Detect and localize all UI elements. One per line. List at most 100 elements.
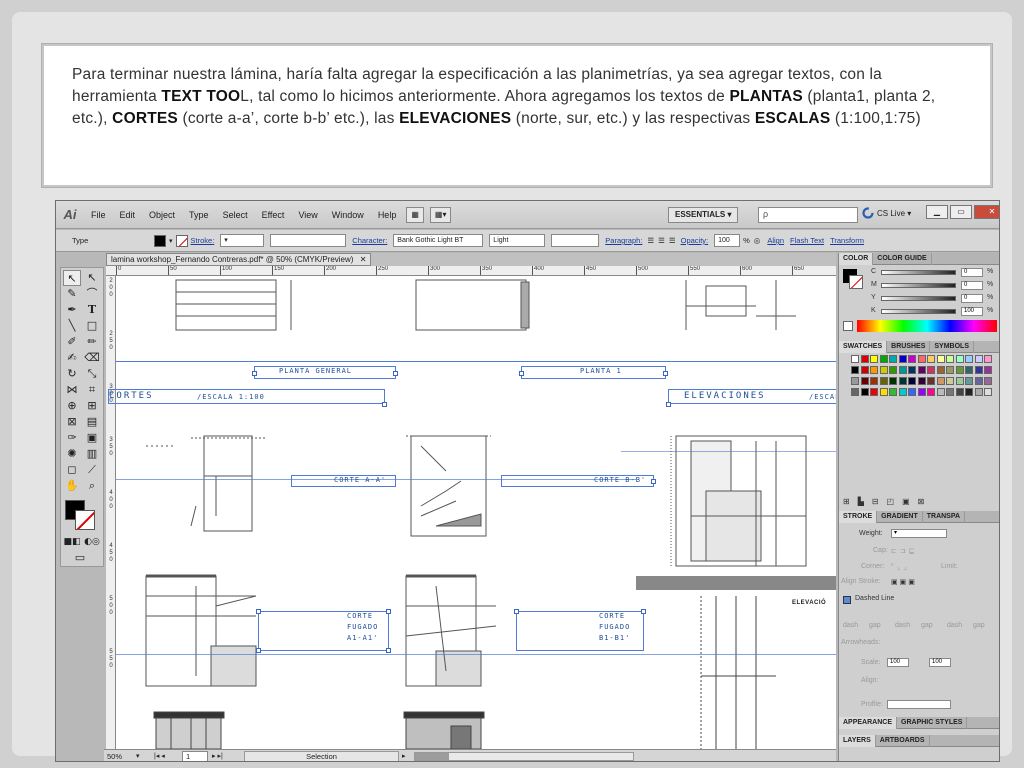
menu-file[interactable]: File [84, 210, 113, 220]
gradient-tool-icon[interactable]: ▤ [83, 414, 101, 430]
align-stroke-buttons[interactable]: ▣▣▣ [891, 578, 917, 586]
selection-tool-icon[interactable]: ↖ [63, 270, 81, 286]
line-tool-icon[interactable]: ╲ [63, 318, 81, 334]
swatch-grid[interactable] [851, 355, 996, 417]
color-swatch[interactable] [908, 355, 916, 363]
cs-live-button[interactable]: CS Live ▾ [862, 207, 911, 219]
color-swatch[interactable] [955, 366, 964, 374]
transform-link[interactable]: Transform [830, 236, 864, 245]
cap-buttons[interactable]: ⊏⊐⊑ [891, 547, 918, 555]
color-swatch[interactable] [870, 366, 878, 374]
corte-bb-selection[interactable]: CORTE B-B' [501, 475, 656, 487]
slice-tool-icon[interactable]: ⟋ [83, 462, 101, 478]
horizontal-scrollbar-thumb[interactable] [415, 753, 449, 760]
character-label[interactable]: Character: [352, 236, 387, 245]
color-swatch[interactable] [860, 377, 869, 385]
corte-fugado-bb-line-3[interactable]: B1-B1' [599, 634, 630, 642]
color-swatch[interactable] [879, 366, 888, 374]
flash-text-link[interactable]: Flash Text [790, 236, 824, 245]
color-swatch[interactable] [898, 388, 907, 396]
workspace-switcher[interactable]: ESSENTIALS ▾ [668, 207, 739, 223]
color-swatch[interactable] [936, 355, 945, 363]
arrange-documents-button[interactable]: ▦▾ [429, 206, 452, 223]
close-button[interactable]: ✕ [974, 205, 999, 219]
corte-bb-label[interactable]: CORTE B-B' [594, 476, 646, 484]
corte-fugado-aa-selection[interactable]: CORTE FUGADO A1-A1' [256, 609, 391, 653]
align-right-icon[interactable]: ☰ [669, 236, 676, 245]
elevaciones-title-label[interactable]: ELEVACIONES [684, 391, 766, 401]
width-tool-icon[interactable]: ⋈ [63, 382, 81, 398]
zoom-level[interactable]: 50% [107, 752, 122, 761]
corte-fugado-bb-line-2[interactable]: FUGADO [599, 623, 630, 631]
profile-field[interactable] [887, 700, 951, 709]
tab-brushes[interactable]: BRUSHES [887, 341, 931, 353]
stroke-color-icon[interactable] [75, 510, 95, 530]
color-swatch[interactable] [908, 377, 916, 385]
tab-graphic-styles[interactable]: GRAPHIC STYLES [897, 717, 968, 729]
color-swatch[interactable] [898, 377, 907, 385]
cortes-title-label[interactable]: CORTES [109, 391, 154, 401]
color-swatch[interactable] [851, 366, 859, 374]
scale-start-field[interactable]: 100 [887, 658, 909, 667]
menu-edit[interactable]: Edit [113, 210, 143, 220]
color-swatch[interactable] [870, 355, 878, 363]
tab-layers[interactable]: LAYERS [839, 735, 876, 747]
color-swatch[interactable] [898, 366, 907, 374]
color-spectrum[interactable] [857, 320, 997, 332]
color-swatch[interactable] [946, 355, 954, 363]
tab-color-guide[interactable]: COLOR GUIDE [873, 253, 932, 265]
corte-fugado-bb-line-1[interactable]: CORTE [599, 612, 625, 620]
color-swatch[interactable] [965, 366, 973, 374]
color-swatch[interactable] [851, 377, 859, 385]
align-link[interactable]: Align [767, 236, 784, 245]
color-swatch[interactable] [936, 388, 945, 396]
font-style-field[interactable]: Light [489, 234, 546, 247]
color-swatch[interactable] [889, 366, 897, 374]
fill-dropdown-icon[interactable]: ▾ [169, 237, 173, 245]
color-swatch[interactable] [860, 388, 869, 396]
status-mode[interactable]: Selection [244, 751, 399, 761]
hand-tool-icon[interactable]: ✋ [63, 478, 81, 494]
stroke-label[interactable]: Stroke: [191, 236, 215, 245]
color-swatch[interactable] [889, 388, 897, 396]
color-swatch[interactable] [851, 388, 859, 396]
blob-brush-tool-icon[interactable]: ✍ [63, 350, 81, 366]
menu-window[interactable]: Window [325, 210, 371, 220]
color-swatch[interactable] [974, 388, 983, 396]
screen-mode-icon[interactable]: ▭ [71, 550, 89, 566]
horizontal-scrollbar[interactable] [414, 752, 634, 761]
color-swatch[interactable] [936, 377, 945, 385]
color-swatch[interactable] [927, 388, 935, 396]
cmyk-y-slider[interactable] [881, 296, 956, 301]
symbol-sprayer-tool-icon[interactable]: ✺ [63, 446, 81, 462]
elevaciones-title-selection[interactable]: ELEVACIONES /ESCALA 1:7 [666, 389, 836, 407]
type-tool-icon[interactable]: T [83, 302, 101, 318]
planta-general-label[interactable]: PLANTA GENERAL [279, 367, 352, 375]
color-stroke-icon[interactable] [849, 275, 863, 289]
color-swatch[interactable] [974, 377, 983, 385]
planta-general-selection[interactable]: PLANTA GENERAL [252, 366, 398, 379]
color-swatch[interactable] [898, 355, 907, 363]
color-swatch[interactable] [965, 377, 973, 385]
corte-fugado-aa-line-3[interactable]: A1-A1' [347, 634, 378, 642]
planta-1-selection[interactable]: PLANTA 1 [519, 366, 668, 379]
cortes-title-selection[interactable]: CORTES /ESCALA 1:100 [108, 389, 387, 407]
artboard-number-field[interactable]: 1 [182, 751, 208, 761]
zoom-tool-icon[interactable]: ⌕ [83, 478, 101, 494]
color-swatch[interactable] [984, 377, 992, 385]
corte-fugado-aa-line-2[interactable]: FUGADO [347, 623, 378, 631]
color-swatch[interactable] [965, 355, 973, 363]
cmyk-m-slider[interactable] [881, 283, 956, 288]
cmyk-y-value[interactable]: 0 [961, 294, 983, 303]
free-transform-tool-icon[interactable]: ⌗ [83, 382, 101, 398]
paintbrush-tool-icon[interactable]: ✐ [63, 334, 81, 350]
lasso-tool-icon[interactable]: ⌒ [83, 286, 101, 302]
none-color-icon[interactable] [843, 321, 853, 331]
magic-wand-tool-icon[interactable]: ✎ [63, 286, 81, 302]
color-swatch[interactable] [946, 366, 954, 374]
dashed-line-checkbox[interactable] [843, 596, 851, 604]
color-swatch[interactable] [889, 377, 897, 385]
swatch-toolbar[interactable]: ⊞▙⊟◰▣⊠ [843, 497, 932, 506]
font-family-field[interactable]: Bank Gothic Light BT [393, 234, 484, 247]
cmyk-k-slider[interactable] [881, 309, 956, 314]
